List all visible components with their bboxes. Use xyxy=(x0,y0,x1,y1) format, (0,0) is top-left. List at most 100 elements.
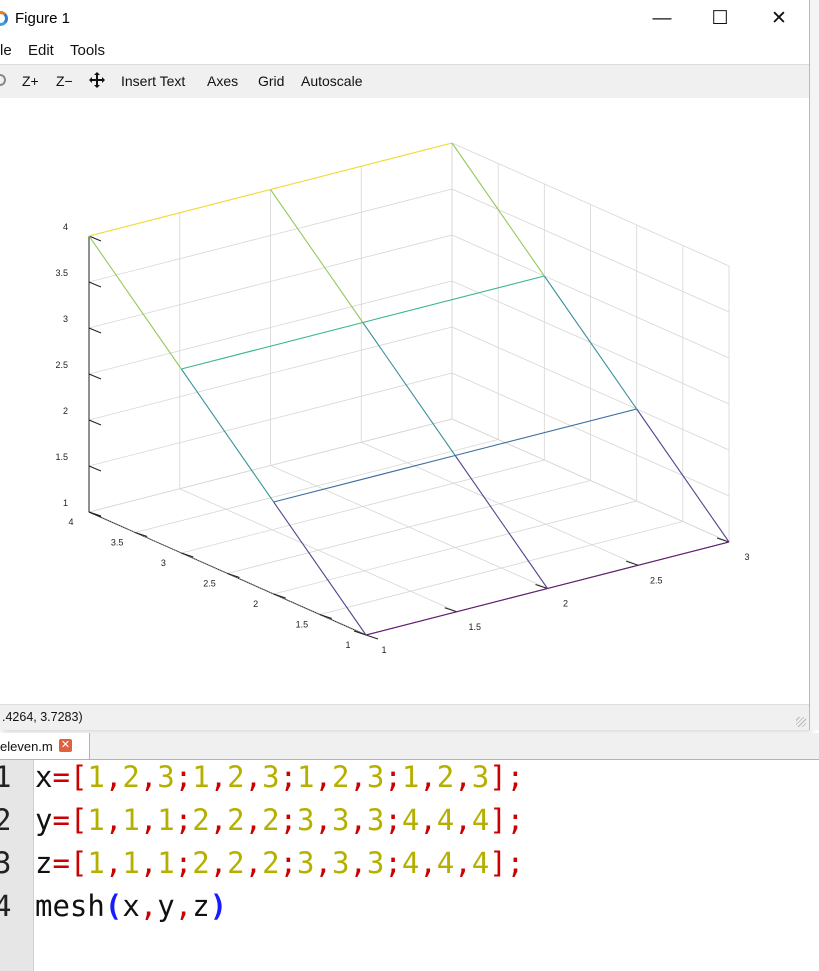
code-token: ; xyxy=(174,846,193,880)
grid-button[interactable]: Grid xyxy=(258,73,284,89)
title-bar[interactable]: Figure 1 — ☐ ✕ xyxy=(0,0,809,38)
z-tick-label: 4 xyxy=(63,222,68,232)
code-token: 4 xyxy=(401,803,420,837)
code-token: , xyxy=(349,760,367,794)
code-token: z xyxy=(35,846,53,880)
close-tab-icon[interactable]: ✕ xyxy=(59,739,72,752)
code-token: 1 xyxy=(297,760,315,794)
code-token: z xyxy=(192,889,210,923)
code-token: [ xyxy=(69,846,88,880)
y-tick-label: 2.5 xyxy=(203,579,216,589)
tab-eleven-m[interactable]: eleven.m ✕ xyxy=(0,733,90,759)
code-token: ; xyxy=(384,760,402,794)
line-number: 3 xyxy=(0,846,12,880)
x-tick-label: 1.5 xyxy=(468,622,481,632)
axes-button[interactable]: Axes xyxy=(207,73,238,89)
zoom-out-button[interactable]: Z− xyxy=(56,73,73,89)
octave-app-icon xyxy=(0,11,8,26)
code-token: [ xyxy=(69,803,88,837)
z-tick xyxy=(88,373,102,380)
y-tick-label: 3 xyxy=(161,558,166,568)
resize-grip-icon[interactable] xyxy=(796,717,806,727)
mesh-edge xyxy=(180,368,275,503)
close-button[interactable]: ✕ xyxy=(750,0,808,38)
z-tick xyxy=(88,281,102,288)
x-tick xyxy=(444,607,457,613)
mesh-edge xyxy=(454,455,548,589)
code-token: , xyxy=(454,803,472,837)
code-token: , xyxy=(244,760,263,794)
zoom-in-button[interactable]: Z+ xyxy=(22,73,39,89)
code-token: 4 xyxy=(471,803,490,837)
minimize-button[interactable]: — xyxy=(633,0,691,38)
menu-file[interactable]: le xyxy=(0,42,12,59)
maximize-button[interactable]: ☐ xyxy=(691,0,749,38)
code-token: 1 xyxy=(401,760,420,794)
code-token: 2 xyxy=(262,846,280,880)
code-token: ; xyxy=(279,846,298,880)
code-token: , xyxy=(419,803,437,837)
background-gap xyxy=(810,0,819,730)
autoscale-button[interactable]: Autoscale xyxy=(301,73,362,89)
code-token: , xyxy=(104,803,123,837)
code-token: = xyxy=(52,846,70,880)
z-tick-label: 1 xyxy=(63,498,68,508)
code-token: , xyxy=(104,760,123,794)
insert-text-button[interactable]: Insert Text xyxy=(121,73,185,89)
code-token: ; xyxy=(174,803,193,837)
y-tick-label: 1.5 xyxy=(296,620,309,630)
mesh-edge xyxy=(88,235,182,370)
z-tick-label: 2 xyxy=(63,406,68,416)
mesh-plot[interactable]: 11.522.533.5411.522.5311.522.533.54 xyxy=(0,98,809,704)
menu-tools[interactable]: Tools xyxy=(70,42,105,59)
code-token: 2 xyxy=(436,760,455,794)
code-token: 2 xyxy=(262,803,280,837)
pan-icon[interactable] xyxy=(88,71,106,92)
code-token: ; xyxy=(174,760,193,794)
y-tick xyxy=(319,614,332,619)
code-token: ; xyxy=(384,803,402,837)
code-token: 3 xyxy=(262,760,280,794)
code-token: 3 xyxy=(366,760,385,794)
code-token: 3 xyxy=(297,846,315,880)
code-token: 3 xyxy=(297,803,315,837)
code-token: [ xyxy=(69,760,88,794)
z-tick-label: 2.5 xyxy=(55,360,68,370)
code-token: ; xyxy=(506,846,525,880)
code-token: , xyxy=(104,846,123,880)
code-token: 2 xyxy=(227,760,245,794)
y-tick xyxy=(273,593,286,599)
figure-toolbar: Z+ Z− Insert Text Axes Grid Autoscale xyxy=(0,64,809,99)
code-token: ; xyxy=(384,846,402,880)
code-token: , xyxy=(454,760,472,794)
mesh-edge xyxy=(181,321,363,370)
menu-edit[interactable]: Edit xyxy=(28,42,54,59)
code-token: 2 xyxy=(331,760,350,794)
code-token: ; xyxy=(279,760,298,794)
code-token: 3 xyxy=(331,846,350,880)
code-token: 4 xyxy=(436,846,455,880)
code-token: = xyxy=(52,803,70,837)
code-token: 1 xyxy=(87,803,105,837)
code-token: 3 xyxy=(366,803,385,837)
y-tick xyxy=(227,573,240,578)
code-token: = xyxy=(52,760,70,794)
x-tick xyxy=(626,560,639,566)
code-token: ] xyxy=(489,760,507,794)
menu-bar: le Edit Tools xyxy=(0,38,809,64)
plot-canvas[interactable]: 1 1.5 2 2.5 3 3.5 4 1 1.5 2 2.5 3 1 1.5 2 2.5 3 3.5 4 xyxy=(0,98,809,704)
code-token: 2 xyxy=(192,846,210,880)
status-bar: .4264, 3.7283) xyxy=(0,704,809,730)
code-token: , xyxy=(139,803,158,837)
code-token: 1 xyxy=(157,846,175,880)
code-editor[interactable]: 1 x=[1,2,3;1,2,3;1,2,3;1,2,3]; 2 y=[1,1,1;2… xyxy=(0,760,819,971)
z-tick-label: 1.5 xyxy=(55,452,68,462)
code-token: 2 xyxy=(192,803,210,837)
code-token: ] xyxy=(489,803,507,837)
code-token: 1 xyxy=(122,846,140,880)
x-tick-label: 3 xyxy=(744,552,749,562)
rotate-icon[interactable] xyxy=(0,74,6,86)
code-token: ; xyxy=(506,760,525,794)
y-tick xyxy=(181,552,194,558)
code-token: 2 xyxy=(227,803,245,837)
